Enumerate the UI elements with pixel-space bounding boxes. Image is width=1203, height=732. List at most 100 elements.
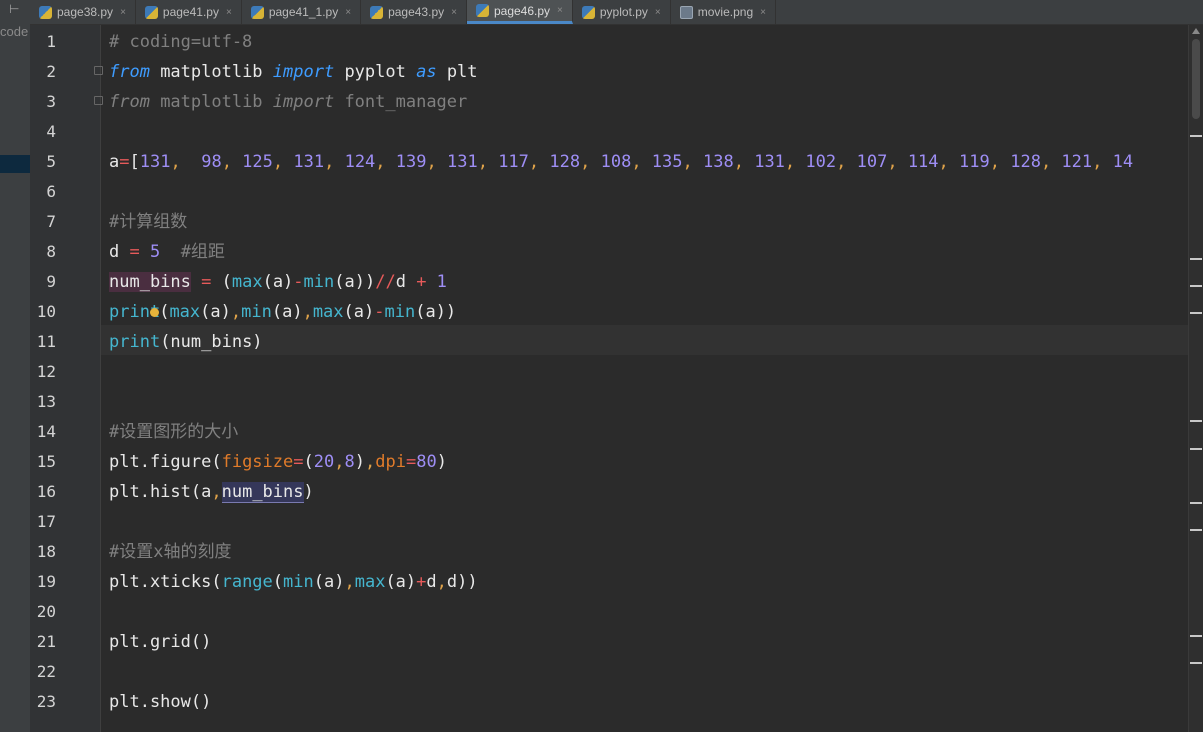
close-icon[interactable]: × xyxy=(760,7,766,18)
intention-bulb-icon[interactable] xyxy=(150,307,160,317)
comma: , xyxy=(426,152,447,172)
number: 1 xyxy=(436,272,447,292)
editor-tab-bar: page38.py × page41.py × page41_1.py × page43.p… xyxy=(30,0,1203,25)
identifier: matplotlib xyxy=(149,62,273,82)
code-line-14[interactable]: #设置图形的大小 xyxy=(109,417,238,447)
list-values: 131, 98, 125, 131, 124, 139, 131, 117, 1… xyxy=(140,152,1133,172)
code-editor[interactable]: # coding=utf-8 from matplotlib import py… xyxy=(101,25,1189,732)
comma: , xyxy=(221,152,243,172)
error-stripe-mark[interactable] xyxy=(1190,448,1202,450)
builtin: min xyxy=(384,302,416,322)
error-stripe-mark[interactable] xyxy=(1190,135,1202,137)
scroll-thumb[interactable] xyxy=(1192,39,1200,119)
comma: , xyxy=(528,152,550,172)
bracket: ) xyxy=(354,452,365,472)
error-stripe-mark[interactable] xyxy=(1190,529,1202,531)
operator: - xyxy=(293,272,304,292)
args: (a) xyxy=(262,272,294,292)
builtin: max xyxy=(354,572,386,592)
code-line-21[interactable]: plt.grid() xyxy=(109,627,211,657)
unused-keyword: from xyxy=(109,92,150,112)
error-stripe-mark[interactable] xyxy=(1190,312,1202,314)
comma: , xyxy=(1092,152,1113,172)
comma: , xyxy=(324,152,345,172)
comma: , xyxy=(682,152,703,172)
args: (a) xyxy=(385,572,417,592)
close-icon[interactable]: × xyxy=(655,7,661,18)
identifier-highlight: num_bins xyxy=(109,272,191,292)
error-stripe-mark[interactable] xyxy=(1190,420,1202,422)
code-line-15[interactable]: plt.figure(figsize=(20,8),dpi=80) xyxy=(109,447,447,477)
bracket: )) xyxy=(457,572,478,592)
bracket: ( xyxy=(221,272,232,292)
number: 125 xyxy=(242,152,273,172)
code-line-1[interactable]: # coding=utf-8 xyxy=(109,27,252,57)
identifier: d xyxy=(109,242,120,262)
operator: - xyxy=(374,302,385,322)
code-line-8[interactable]: d = 5 #组距 xyxy=(109,237,225,267)
scroll-up-icon[interactable] xyxy=(1192,28,1200,34)
python-file-icon xyxy=(581,5,595,19)
code-line-5[interactable]: a=[131, 98, 125, 131, 124, 139, 131, 117… xyxy=(109,147,1133,177)
bracket: ) xyxy=(303,482,314,502)
comment: # coding=utf-8 xyxy=(109,32,253,52)
error-stripe-mark[interactable] xyxy=(1190,662,1202,664)
code-line-10[interactable]: print(max(a),min(a),max(a)-min(a)) xyxy=(109,297,456,327)
tab-page41-py[interactable]: page41.py × xyxy=(136,0,242,24)
number: 107 xyxy=(856,152,888,172)
tab-page38-py[interactable]: page38.py × xyxy=(30,0,136,24)
line-number: 14 xyxy=(36,422,56,441)
error-stripe-mark[interactable] xyxy=(1190,258,1202,260)
builtin: min xyxy=(283,572,314,592)
line-number: 8 xyxy=(46,242,56,261)
builtin: max xyxy=(312,302,344,322)
tab-label: page43.py xyxy=(388,5,445,19)
code-line-23[interactable]: plt.show() xyxy=(109,687,211,717)
number: 131 xyxy=(293,152,325,172)
operator: = xyxy=(190,272,222,292)
line-number: 10 xyxy=(36,302,56,321)
number: 139 xyxy=(395,152,427,172)
number: 114 xyxy=(907,152,939,172)
close-icon[interactable]: × xyxy=(120,7,126,18)
tuple-value: (20,8) xyxy=(304,452,365,472)
bracket: [ xyxy=(129,152,140,172)
code-line-11[interactable]: print(num_bins) xyxy=(109,327,263,357)
comma: , xyxy=(631,152,652,172)
close-icon[interactable]: × xyxy=(226,7,232,18)
number: 131 xyxy=(446,152,478,172)
operator: // xyxy=(375,272,396,292)
code-line-19[interactable]: plt.xticks(range(min(a),max(a)+d,d)) xyxy=(109,567,478,597)
tab-page46-py[interactable]: page46.py × xyxy=(466,0,573,24)
comma: , xyxy=(334,452,345,472)
tab-movie-png[interactable]: movie.png × xyxy=(671,0,776,24)
tab-page41-1-py[interactable]: page41_1.py × xyxy=(242,0,362,24)
bracket: ( xyxy=(272,572,284,592)
identifier: d xyxy=(446,572,458,592)
close-icon[interactable]: × xyxy=(345,7,351,18)
comma: , xyxy=(477,152,499,172)
code-line-3[interactable]: from matplotlib import font_manager xyxy=(109,87,467,117)
error-stripe-mark[interactable] xyxy=(1190,502,1202,504)
code-line-18[interactable]: #设置x轴的刻度 xyxy=(109,537,231,567)
tab-pyplot-py[interactable]: pyplot.py × xyxy=(573,0,671,24)
operator: = xyxy=(405,452,417,472)
args: (a) xyxy=(271,302,303,322)
keyword: import xyxy=(272,62,335,82)
tab-page43-py[interactable]: page43.py × xyxy=(361,0,467,24)
tab-label: movie.png xyxy=(697,5,754,19)
code-line-7[interactable]: #计算组数 xyxy=(109,207,187,237)
close-icon[interactable]: × xyxy=(451,7,457,18)
error-stripe-mark[interactable] xyxy=(1190,635,1202,637)
bracket: ) xyxy=(436,452,447,472)
code-line-2[interactable]: from matplotlib import pyplot as plt xyxy=(109,57,478,87)
code-line-9[interactable]: num_bins = (max(a)-min(a))//d + 1 xyxy=(109,267,447,297)
number: 102 xyxy=(805,152,837,172)
panel-toggle-icon[interactable]: ⊢ xyxy=(9,2,19,16)
project-panel-label[interactable]: code xyxy=(0,24,28,39)
code-line-16[interactable]: plt.hist(a,num_bins) xyxy=(109,477,314,507)
editor-scrollbar[interactable] xyxy=(1188,25,1203,732)
error-stripe-mark[interactable] xyxy=(1190,285,1202,287)
image-file-icon xyxy=(679,5,693,19)
close-icon[interactable]: × xyxy=(557,5,563,16)
